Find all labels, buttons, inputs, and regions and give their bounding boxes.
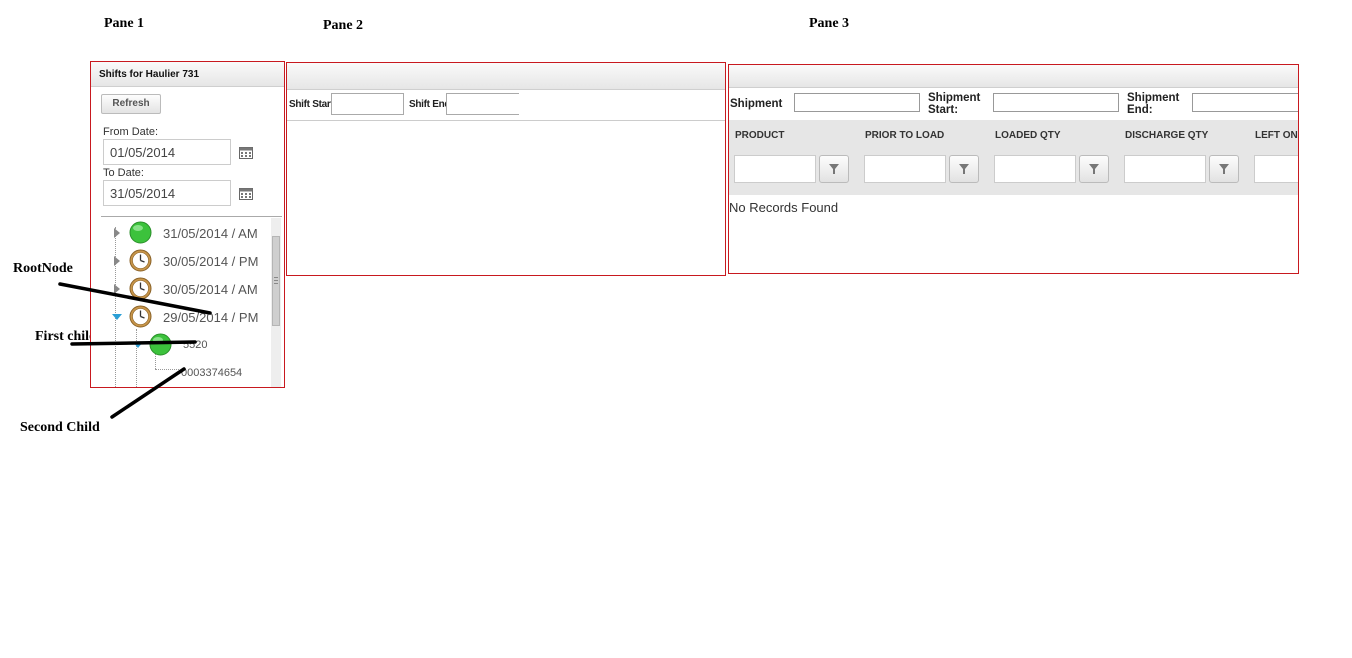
pointer-line-first-child [70,340,197,346]
pointer-line-root-node [58,282,212,315]
annotation-pointer-lines [58,282,212,419]
pointer-line-second-child [110,367,186,419]
